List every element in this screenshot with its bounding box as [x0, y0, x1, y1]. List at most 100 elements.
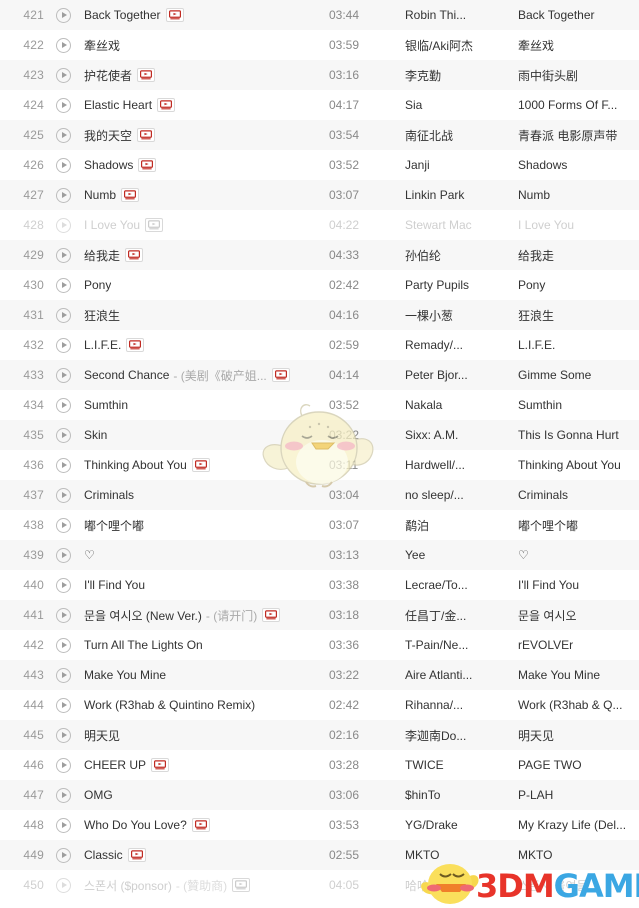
play-circle-icon[interactable] — [55, 277, 71, 293]
play-circle-icon[interactable] — [55, 577, 71, 593]
table-row[interactable]: 425 我的天空 03:54 南征北战 青春派 电影原声带 — [0, 120, 639, 150]
play-circle-icon[interactable] — [55, 877, 71, 893]
play-button[interactable] — [50, 427, 76, 443]
song-title-cell[interactable]: CHEER UP — [76, 758, 329, 772]
song-album[interactable]: 스폰서 올여들 — [518, 877, 639, 894]
table-row[interactable]: 440 I'll Find You 03:38 Lecrae/To... I'll Fi… — [0, 570, 639, 600]
table-row[interactable]: 438 嘟个哩个嘟 03:07 鹬泊 嘟个哩个嘟 — [0, 510, 639, 540]
play-circle-icon[interactable] — [55, 517, 71, 533]
song-title-cell[interactable]: L.I.F.E. — [76, 338, 329, 352]
song-title-cell[interactable]: 我的天空 — [76, 127, 329, 144]
table-row[interactable]: 444 Work (R3hab & Quintino Remix) 02:42 Rih… — [0, 690, 639, 720]
song-album[interactable]: Numb — [518, 188, 639, 202]
play-circle-icon[interactable] — [55, 247, 71, 263]
play-button[interactable] — [50, 307, 76, 323]
play-circle-icon[interactable] — [55, 427, 71, 443]
table-row[interactable]: 422 牽丝戏 03:59 银临/Aki阿杰 牽丝戏 — [0, 30, 639, 60]
table-row[interactable]: 441 문을 여시오 (New Ver.) - (请开门) 03:18 任昌丁/金...… — [0, 600, 639, 630]
table-row[interactable]: 428 I Love You 04:22 Stewart Mac I Love You — [0, 210, 639, 240]
play-circle-icon[interactable] — [55, 667, 71, 683]
play-button[interactable] — [50, 577, 76, 593]
song-title-cell[interactable]: 牽丝戏 — [76, 37, 329, 54]
play-button[interactable] — [50, 127, 76, 143]
play-circle-icon[interactable] — [55, 97, 71, 113]
song-artist[interactable]: YG/Drake — [405, 818, 518, 832]
song-title-cell[interactable]: Skin — [76, 428, 329, 442]
play-button[interactable] — [50, 157, 76, 173]
play-button[interactable] — [50, 817, 76, 833]
song-album[interactable]: rEVOLVEr — [518, 638, 639, 652]
song-album[interactable]: 给我走 — [518, 247, 639, 264]
mv-video-icon[interactable] — [262, 608, 281, 622]
song-artist[interactable]: MKTO — [405, 848, 518, 862]
mv-video-icon[interactable] — [191, 458, 210, 472]
song-album[interactable]: MKTO — [518, 848, 639, 862]
mv-video-icon[interactable] — [191, 818, 210, 832]
play-button[interactable] — [50, 667, 76, 683]
song-artist[interactable]: Rihanna/... — [405, 698, 518, 712]
table-row[interactable]: 430 Pony 02:42 Party Pupils Pony — [0, 270, 639, 300]
song-title-cell[interactable]: Make You Mine — [76, 668, 329, 682]
table-row[interactable]: 426 Shadows 03:52 Janji Shadows — [0, 150, 639, 180]
play-button[interactable] — [50, 877, 76, 893]
table-row[interactable]: 449 Classic 02:55 MKTO MKTO — [0, 840, 639, 870]
song-title-cell[interactable]: Elastic Heart — [76, 98, 329, 112]
song-artist[interactable]: Sia — [405, 98, 518, 112]
play-button[interactable] — [50, 277, 76, 293]
play-circle-icon[interactable] — [55, 307, 71, 323]
song-album[interactable]: 嘟个哩个嘟 — [518, 517, 639, 534]
song-artist[interactable]: 任昌丁/金... — [405, 607, 518, 624]
play-button[interactable] — [50, 7, 76, 23]
table-row[interactable]: 439 ♡ 03:13 Yee ♡ — [0, 540, 639, 570]
play-button[interactable] — [50, 217, 76, 233]
mv-video-icon[interactable] — [165, 8, 184, 22]
table-row[interactable]: 448 Who Do You Love? 03:53 YG/Drake My Krazy… — [0, 810, 639, 840]
song-album[interactable]: 문을 여시오 — [518, 607, 639, 624]
play-button[interactable] — [50, 187, 76, 203]
song-artist[interactable]: Yee — [405, 548, 518, 562]
song-title-cell[interactable]: 狂浪生 — [76, 307, 329, 324]
play-button[interactable] — [50, 337, 76, 353]
song-artist[interactable]: Aire Atlanti... — [405, 668, 518, 682]
song-title-cell[interactable]: Thinking About You — [76, 458, 329, 472]
song-title-cell[interactable]: Pony — [76, 278, 329, 292]
play-circle-icon[interactable] — [55, 847, 71, 863]
song-artist[interactable]: 孙伯纶 — [405, 247, 518, 264]
song-title-cell[interactable]: Who Do You Love? — [76, 818, 329, 832]
mv-video-icon[interactable] — [137, 128, 156, 142]
table-row[interactable]: 437 Criminals 03:04 no sleep/... Criminals — [0, 480, 639, 510]
mv-video-icon[interactable] — [271, 368, 290, 382]
song-title-cell[interactable]: ♡ — [76, 548, 329, 562]
song-title-cell[interactable]: Second Chance - (美剧《破产姐... — [76, 367, 329, 384]
song-artist[interactable]: no sleep/... — [405, 488, 518, 502]
song-artist[interactable]: 哈哈Zion.T — [405, 877, 518, 894]
table-row[interactable]: 450 스폰서 ($ponsor) - (贊助商) 04:05 哈哈Zion.T 스폰서 … — [0, 870, 639, 900]
song-artist[interactable]: Remady/... — [405, 338, 518, 352]
play-button[interactable] — [50, 487, 76, 503]
table-row[interactable]: 447 OMG 03:06 $hinTo P-LAH — [0, 780, 639, 810]
song-album[interactable]: 牽丝戏 — [518, 37, 639, 54]
table-row[interactable]: 423 护花使者 03:16 李克勤 雨中街头剧 — [0, 60, 639, 90]
play-button[interactable] — [50, 517, 76, 533]
song-album[interactable]: P-LAH — [518, 788, 639, 802]
table-row[interactable]: 435 Skin 03:22 Sixx: A.M. This Is Gonna Hurt — [0, 420, 639, 450]
play-circle-icon[interactable] — [55, 187, 71, 203]
mv-video-icon[interactable] — [138, 158, 157, 172]
mv-video-icon[interactable] — [157, 98, 176, 112]
play-circle-icon[interactable] — [55, 367, 71, 383]
play-button[interactable] — [50, 367, 76, 383]
table-row[interactable]: 433 Second Chance - (美剧《破产姐... 04:14 Peter B… — [0, 360, 639, 390]
song-title-cell[interactable]: Back Together — [76, 8, 329, 22]
play-button[interactable] — [50, 847, 76, 863]
mv-video-icon[interactable] — [121, 188, 140, 202]
song-album[interactable]: PAGE TWO — [518, 758, 639, 772]
song-title-cell[interactable]: Work (R3hab & Quintino Remix) — [76, 698, 329, 712]
table-row[interactable]: 424 Elastic Heart 04:17 Sia 1000 Forms Of F.… — [0, 90, 639, 120]
playlist-table[interactable]: 421 Back Together 03:44 Robin Thi... Back To… — [0, 0, 639, 908]
song-artist[interactable]: 李迦南Do... — [405, 727, 518, 744]
table-row[interactable]: 436 Thinking About You 03:11 Hardwell/... Th… — [0, 450, 639, 480]
play-button[interactable] — [50, 637, 76, 653]
mv-video-icon[interactable] — [232, 878, 251, 892]
song-artist[interactable]: 银临/Aki阿杰 — [405, 37, 518, 54]
song-artist[interactable]: 鹬泊 — [405, 517, 518, 534]
